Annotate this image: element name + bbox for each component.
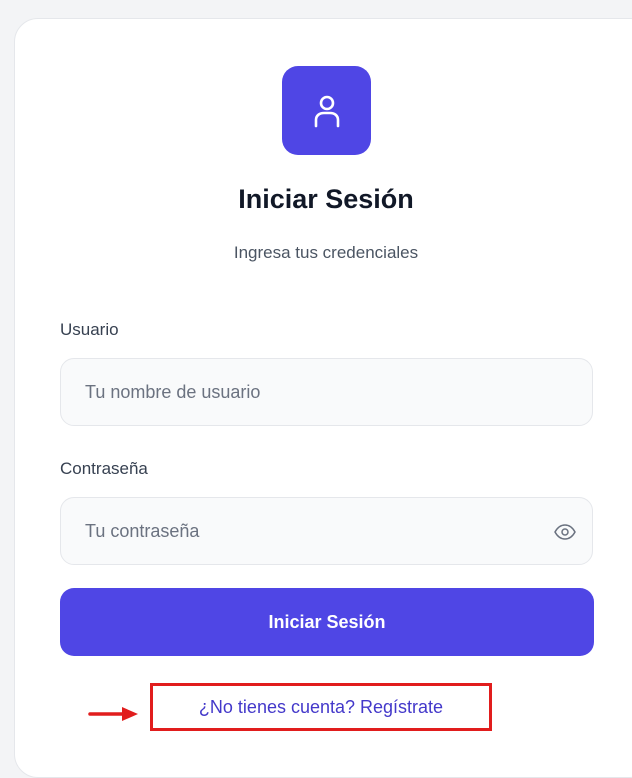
toggle-password-visibility-button[interactable] [552,519,578,545]
page-title: Iniciar Sesión [238,184,414,214]
username-field-wrapper [60,358,593,426]
page-subtitle: Ingresa tus credenciales [233,243,419,262]
login-submit-button[interactable]: Iniciar Sesión [60,588,594,656]
register-link[interactable]: ¿No tienes cuenta? Regístrate [199,697,443,718]
username-input[interactable] [61,359,592,425]
user-icon [314,95,339,127]
eye-icon [554,524,576,540]
logo-badge [282,66,371,155]
arrow-right-icon [88,707,138,721]
username-label: Usuario [60,320,119,339]
password-label: Contraseña [60,459,148,478]
password-input[interactable] [61,498,592,564]
password-field-wrapper [60,497,593,565]
register-highlight-box: ¿No tienes cuenta? Regístrate [150,683,492,731]
